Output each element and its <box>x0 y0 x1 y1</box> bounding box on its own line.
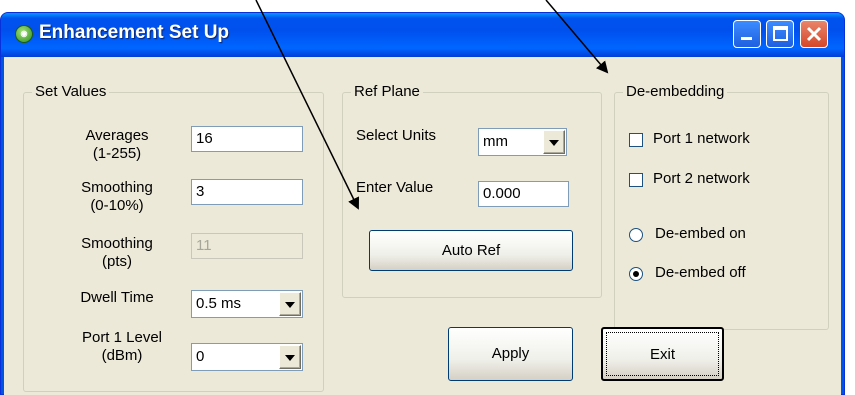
port2-network-checkbox[interactable] <box>629 173 643 187</box>
dropdown-arrow-icon[interactable] <box>543 130 565 154</box>
maximize-button[interactable] <box>766 20 794 48</box>
dwell-time-select[interactable]: 0.5 ms <box>191 290 303 318</box>
title-bar[interactable]: ◉ Enhancement Set Up <box>1 13 844 57</box>
deembed-off-radio[interactable] <box>629 267 643 281</box>
close-icon <box>806 26 822 42</box>
smoothing-percent-label: Smoothing (0-10%) <box>81 179 153 214</box>
averages-input[interactable]: 16 <box>191 126 303 152</box>
units-select[interactable]: mm <box>478 128 567 156</box>
smoothing-percent-input[interactable]: 3 <box>191 179 303 205</box>
select-units-label: Select Units <box>356 127 437 144</box>
port2-network-label: Port 2 network <box>653 170 750 187</box>
enhancement-setup-window: ◉ Enhancement Set Up Set Values Averages… <box>0 12 845 395</box>
ref-plane-legend: Ref Plane <box>351 83 423 100</box>
exit-button[interactable]: Exit <box>601 327 724 381</box>
smoothing-points-label: Smoothing (pts) <box>81 235 153 270</box>
dropdown-arrow-icon[interactable] <box>279 292 301 316</box>
enter-value-label: Enter Value <box>356 179 434 196</box>
set-values-legend: Set Values <box>32 83 110 100</box>
port-level-select[interactable]: 0 <box>191 343 303 371</box>
enter-value-input[interactable]: 0.000 <box>478 181 569 207</box>
auto-ref-button[interactable]: Auto Ref <box>369 230 573 271</box>
window-title: Enhancement Set Up <box>39 22 230 43</box>
apply-button[interactable]: Apply <box>448 327 573 381</box>
port1-network-label: Port 1 network <box>653 130 750 147</box>
port1-network-checkbox[interactable] <box>629 133 643 147</box>
dwell-time-value: 0.5 ms <box>196 295 242 312</box>
deembedding-legend: De-embedding <box>623 83 728 100</box>
deembed-on-radio[interactable] <box>629 228 643 242</box>
maximize-icon <box>773 26 788 41</box>
dialog-client-area: Set Values Averages (1-255) 16 Smoothing(… <box>4 57 841 395</box>
dropdown-arrow-icon[interactable] <box>279 345 301 369</box>
dwell-time-label: Dwell Time <box>80 289 154 306</box>
port-level-value: 0 <box>196 348 205 365</box>
minimize-icon <box>741 37 752 40</box>
radio-selected-dot <box>633 271 639 277</box>
deembed-on-label: De-embed on <box>655 225 746 242</box>
averages-label: Averages (1-255) <box>85 127 149 162</box>
smoothing-points-input: 11 <box>191 233 303 259</box>
deembed-off-label: De-embed off <box>655 264 746 281</box>
minimize-button[interactable] <box>733 20 761 48</box>
app-icon: ◉ <box>15 25 33 43</box>
port-level-label: Port 1 Level (dBm) <box>81 329 163 364</box>
close-button[interactable] <box>800 20 828 48</box>
deembedding-group: De-embedding <box>614 83 829 330</box>
units-value: mm <box>483 133 508 150</box>
